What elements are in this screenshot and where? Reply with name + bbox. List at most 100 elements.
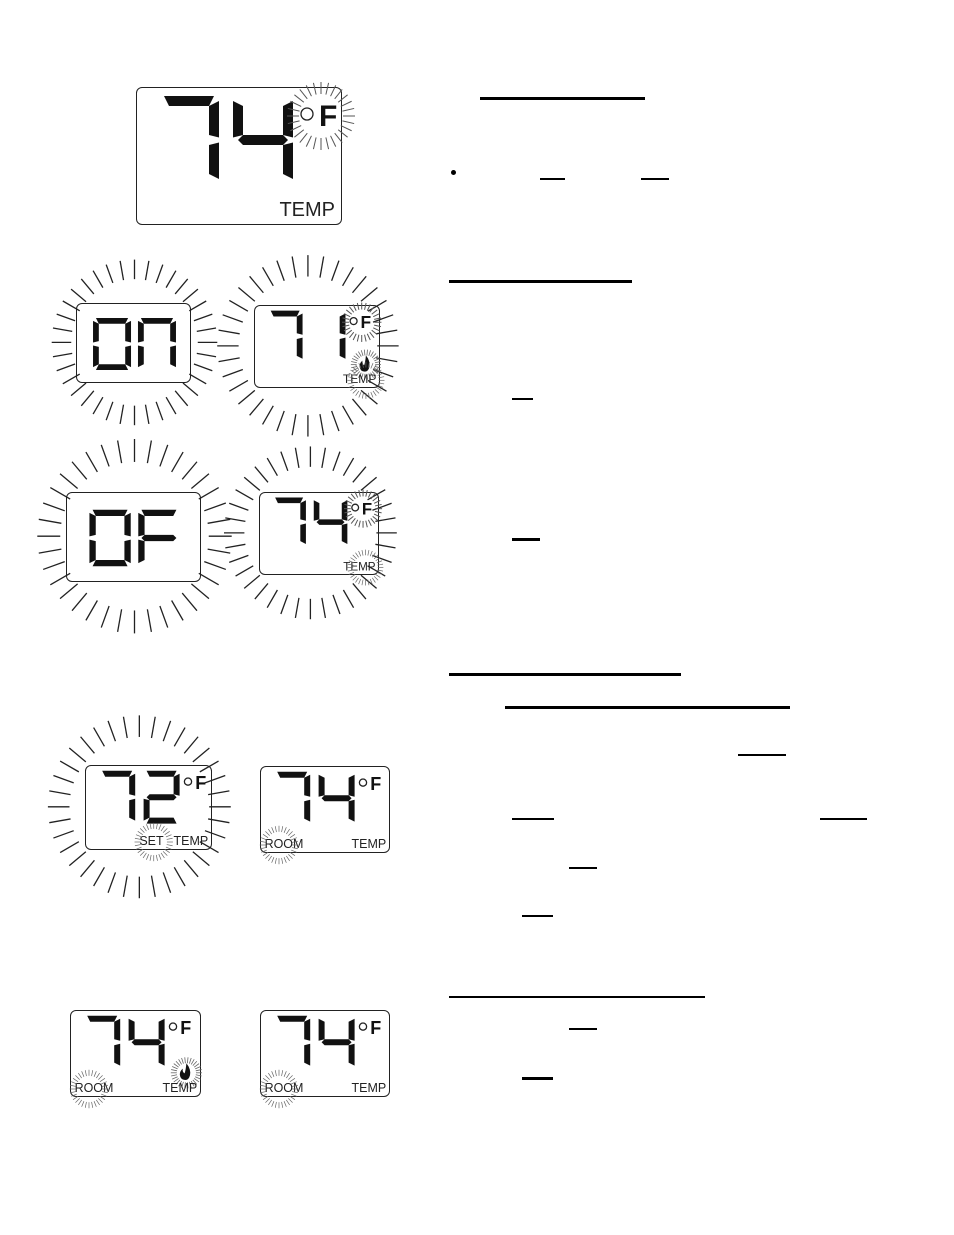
digit-segment xyxy=(158,1018,165,1041)
digit-segment xyxy=(128,1018,135,1041)
degree-symbol-icon xyxy=(168,1022,178,1031)
digit-segment xyxy=(93,320,99,343)
digit-segment xyxy=(209,101,219,138)
digit-segment xyxy=(140,318,174,324)
emphasis-underline xyxy=(820,818,867,820)
temp-label: TEMP xyxy=(352,837,387,851)
emphasis-underline xyxy=(512,818,554,820)
digit-segment xyxy=(300,500,306,521)
digit-segment xyxy=(348,1043,355,1066)
flame-icon xyxy=(359,355,370,372)
lcd-display-74-flash: F TEMP xyxy=(224,446,397,620)
digit-segment xyxy=(125,345,132,368)
lcd-digits xyxy=(102,770,180,824)
digit-segment xyxy=(173,773,180,796)
digit-segment xyxy=(296,313,303,335)
digit-segment xyxy=(339,313,346,335)
digit-segment xyxy=(158,1043,165,1066)
lcd-digits xyxy=(277,771,355,822)
lcd-digits xyxy=(270,310,346,359)
section-heading-underline xyxy=(449,280,632,283)
digit-segment xyxy=(95,364,129,370)
unit-label: F xyxy=(370,774,381,794)
degree-symbol-icon xyxy=(300,107,314,121)
digit-segment xyxy=(93,345,99,368)
digit-segment xyxy=(138,539,145,564)
digit-segment xyxy=(348,799,355,822)
digit-segment xyxy=(129,798,136,821)
digit-segment xyxy=(321,1039,352,1046)
lcd-display-74-room: F ROOM TEMP xyxy=(259,766,390,865)
emphasis-underline xyxy=(569,1028,597,1030)
flame-icon xyxy=(179,1063,191,1080)
digit-segment xyxy=(102,770,133,777)
degree-symbol-icon xyxy=(351,503,360,512)
lcd-display-71: F TEMP xyxy=(217,255,399,437)
lcd-digits xyxy=(93,318,176,370)
flash-indicator-icon xyxy=(51,259,218,426)
digit-segment xyxy=(341,523,348,544)
unit-label: F xyxy=(370,1018,381,1038)
digit-segment xyxy=(275,497,304,504)
digit-segment xyxy=(233,101,243,138)
digit-segment xyxy=(124,512,131,537)
digit-segment xyxy=(238,135,288,145)
digit-segment xyxy=(170,320,176,343)
flash-indicator-icon xyxy=(37,439,232,634)
degree-symbol-icon xyxy=(349,316,358,326)
emphasis-underline xyxy=(512,398,533,400)
digit-segment xyxy=(146,817,177,824)
section-heading-underline xyxy=(449,996,705,998)
digit-segment xyxy=(146,770,177,777)
digit-segment xyxy=(300,523,306,544)
digit-segment xyxy=(89,539,96,564)
digit-segment xyxy=(89,512,96,537)
digit-segment xyxy=(129,773,136,796)
emphasis-underline xyxy=(738,754,786,756)
digit-segment xyxy=(321,795,352,802)
emphasis-underline xyxy=(522,915,553,917)
unit-label: F xyxy=(362,499,372,518)
digit-segment xyxy=(137,345,144,368)
emphasis-underline xyxy=(540,178,565,180)
digit-segment xyxy=(304,774,311,797)
temp-label: TEMP xyxy=(343,560,376,573)
digit-segment xyxy=(283,142,293,179)
digit-segment xyxy=(95,318,129,324)
digit-segment xyxy=(114,1043,121,1066)
lcd-digits xyxy=(275,497,348,544)
digit-segment xyxy=(124,539,131,564)
lcd-display-of xyxy=(37,439,232,634)
lcd-digits xyxy=(89,509,177,567)
digit-segment xyxy=(313,500,320,521)
temp-label: TEMP xyxy=(352,1081,387,1095)
degree-symbol-icon xyxy=(183,777,193,786)
flash-indicator-icon xyxy=(217,255,399,437)
lcd-display-72-set: F SET TEMP xyxy=(47,715,231,899)
lcd-digits xyxy=(164,96,293,179)
digit-segment xyxy=(316,519,345,525)
digit-segment xyxy=(143,798,150,821)
digit-segment xyxy=(304,1043,311,1066)
digit-segment xyxy=(348,774,355,797)
digit-segment xyxy=(125,320,132,343)
digit-segment xyxy=(92,559,128,567)
digit-segment xyxy=(164,96,214,106)
digit-segment xyxy=(318,1018,325,1041)
lcd-display-on xyxy=(51,259,218,426)
digit-segment xyxy=(141,534,177,542)
digit-segment xyxy=(283,101,293,138)
digit-segment xyxy=(209,142,219,179)
digit-segment xyxy=(304,1018,311,1041)
digit-segment xyxy=(277,771,308,778)
digit-segment xyxy=(146,794,177,801)
digit-segment xyxy=(87,1015,118,1022)
unit-label: F xyxy=(319,100,337,133)
bullet-point xyxy=(451,170,456,175)
set-label: SET xyxy=(139,834,164,848)
emphasis-underline xyxy=(641,178,669,180)
digit-segment xyxy=(339,337,346,359)
digit-segment xyxy=(141,509,177,517)
digit-segment xyxy=(277,1015,308,1022)
digit-segment xyxy=(341,500,348,521)
